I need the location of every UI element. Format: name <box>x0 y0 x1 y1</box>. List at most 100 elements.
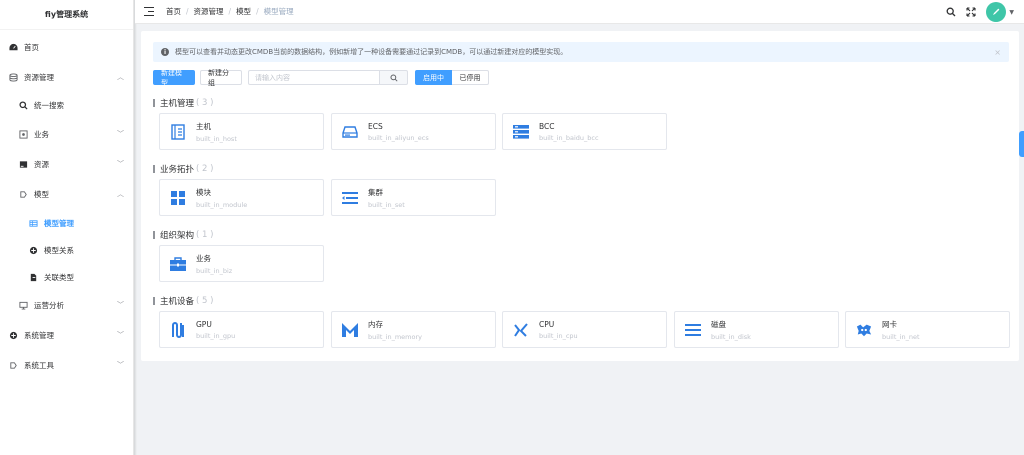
card-id: built_in_disk <box>711 332 751 341</box>
group-title-host-devices: 主机设备 ( 5 ) <box>153 295 213 307</box>
card-id: built_in_baidu_bcc <box>539 133 599 142</box>
new-group-button[interactable]: 新建分组 <box>200 69 242 87</box>
group-bar <box>153 231 155 239</box>
business-icon <box>18 129 28 139</box>
group-count: ( 2 ) <box>196 164 214 174</box>
sidebar-item-resource[interactable]: 资源 ﹀ <box>0 154 134 174</box>
model-card-bcc[interactable]: BCC built_in_baidu_bcc <box>502 113 667 150</box>
top-header: 首页 / 资源管理 / 模型 / 模型管理 ▼ <box>135 0 1024 24</box>
card-id: built_in_gpu <box>196 331 236 340</box>
system-icon <box>8 330 18 340</box>
memory-icon <box>342 322 358 338</box>
network-card-icon <box>856 322 872 338</box>
disk-icon <box>685 322 701 338</box>
sidebar-item-label: 模型关系 <box>44 245 74 255</box>
card-name: GPU <box>196 319 212 329</box>
sidebar-item-link-type[interactable]: 关联类型 <box>0 267 134 287</box>
card-id: built_in_memory <box>368 332 422 341</box>
group-name: 主机管理 <box>160 99 195 109</box>
sidebar-item-model[interactable]: 模型 ︿ <box>0 184 134 204</box>
card-id: built_in_biz <box>196 266 233 275</box>
card-name: ECS <box>368 121 383 131</box>
model-card-host[interactable]: 主机 built_in_host <box>159 113 324 150</box>
fullscreen-icon[interactable] <box>964 5 978 19</box>
chevron-up-icon: ︿ <box>117 73 124 81</box>
model-icon <box>18 189 28 199</box>
model-card-biz[interactable]: 业务 built_in_biz <box>159 245 324 282</box>
model-card-ecs[interactable]: ECS built_in_aliyun_ecs <box>331 113 496 150</box>
card-name: 主机 <box>196 121 211 131</box>
model-card-net[interactable]: 网卡 built_in_net <box>845 311 1010 348</box>
model-card-module[interactable]: 模块 built_in_module <box>159 179 324 216</box>
model-card-cluster[interactable]: 集群 built_in_set <box>331 179 496 216</box>
sidebar-item-label: 首页 <box>24 42 39 52</box>
relation-icon <box>28 245 38 255</box>
card-name: 磁盘 <box>711 319 726 329</box>
sidebar-item-resource-manage[interactable]: 资源管理 ︿ <box>0 67 134 87</box>
card-id: built_in_set <box>368 200 405 209</box>
cpu-icon <box>513 322 529 338</box>
sidebar-item-operation-analysis[interactable]: 运营分析 ﹀ <box>0 295 134 315</box>
main-panel: i 模型可以查看并动态更改CMDB当前的数据结构，例如新增了一种设备需要通过记录… <box>141 31 1019 361</box>
card-name: 网卡 <box>882 319 897 329</box>
link-type-icon <box>28 272 38 282</box>
card-name: 业务 <box>196 253 211 263</box>
ecs-icon <box>342 124 358 140</box>
search-button[interactable] <box>380 70 408 85</box>
search-icon <box>18 100 28 110</box>
sidebar-item-label: 资源管理 <box>24 72 54 82</box>
caret-down-icon[interactable]: ▼ <box>1009 9 1014 16</box>
card-id: built_in_aliyun_ecs <box>368 133 429 142</box>
cluster-icon <box>342 190 358 206</box>
group-title-business-topology: 业务拓扑 ( 2 ) <box>153 163 213 175</box>
dashboard-icon <box>8 42 18 52</box>
model-card-cpu[interactable]: CPU built_in_cpu <box>502 311 667 348</box>
sidebar-item-home[interactable]: 首页 <box>0 37 134 57</box>
sidebar-item-label: 模型管理 <box>44 218 74 228</box>
card-id: built_in_host <box>196 134 237 143</box>
breadcrumb-current: 模型管理 <box>263 7 294 16</box>
chevron-down-icon: ﹀ <box>117 130 124 138</box>
breadcrumb-home[interactable]: 首页 <box>166 6 181 17</box>
group-bar <box>153 297 155 305</box>
group-bar <box>153 99 155 107</box>
host-icon <box>170 123 186 140</box>
group-title-organization: 组织架构 ( 1 ) <box>153 229 213 241</box>
app-logo-title: fiy管理系统 <box>0 0 133 30</box>
sidebar-item-label: 统一搜索 <box>34 100 64 110</box>
chevron-down-icon: ﹀ <box>117 331 124 339</box>
chevron-down-icon: ﹀ <box>117 361 124 369</box>
sidebar-item-system-manage[interactable]: 系统管理 ﹀ <box>0 325 134 345</box>
chevron-down-icon: ﹀ <box>117 160 124 168</box>
sidebar-item-business[interactable]: 业务 ﹀ <box>0 124 134 144</box>
sidebar-item-model-relation[interactable]: 模型关系 <box>0 240 134 260</box>
side-drawer-handle[interactable] <box>1019 131 1024 157</box>
close-icon[interactable]: × <box>994 48 1001 57</box>
model-card-gpu[interactable]: GPU built_in_gpu <box>159 311 324 348</box>
breadcrumb-resource-manage[interactable]: 资源管理 <box>194 6 224 17</box>
sidebar-item-model-manage[interactable]: 模型管理 <box>0 213 134 233</box>
sidebar-item-label: 业务 <box>34 129 49 139</box>
card-name: CPU <box>539 319 555 329</box>
alert-text: 模型可以查看并动态更改CMDB当前的数据结构，例如新增了一种设备需要通过记录到C… <box>175 48 568 56</box>
new-model-button[interactable]: 新建模型 <box>153 69 195 87</box>
card-id: built_in_module <box>196 200 248 209</box>
search-icon[interactable] <box>944 5 958 19</box>
search-input[interactable] <box>248 70 380 85</box>
monitor-icon <box>18 300 28 310</box>
gpu-icon <box>170 321 186 338</box>
card-name: 模块 <box>196 187 211 197</box>
resource-icon <box>18 159 28 169</box>
sidebar-item-label: 运营分析 <box>34 300 64 310</box>
sidebar-item-unified-search[interactable]: 统一搜索 <box>0 95 134 115</box>
sidebar-item-system-tools[interactable]: 系统工具 ﹀ <box>0 355 134 375</box>
disabled-tab[interactable]: 已停用 <box>452 70 489 85</box>
sidebar-item-label: 系统管理 <box>24 330 54 340</box>
avatar[interactable] <box>986 2 1007 22</box>
breadcrumb-model[interactable]: 模型 <box>236 6 251 17</box>
enabled-tab[interactable]: 启用中 <box>415 70 452 85</box>
model-card-disk[interactable]: 磁盘 built_in_disk <box>674 311 839 348</box>
menu-fold-icon[interactable] <box>144 7 154 16</box>
model-card-memory[interactable]: 内存 built_in_memory <box>331 311 496 348</box>
chevron-down-icon: ﹀ <box>117 301 124 309</box>
